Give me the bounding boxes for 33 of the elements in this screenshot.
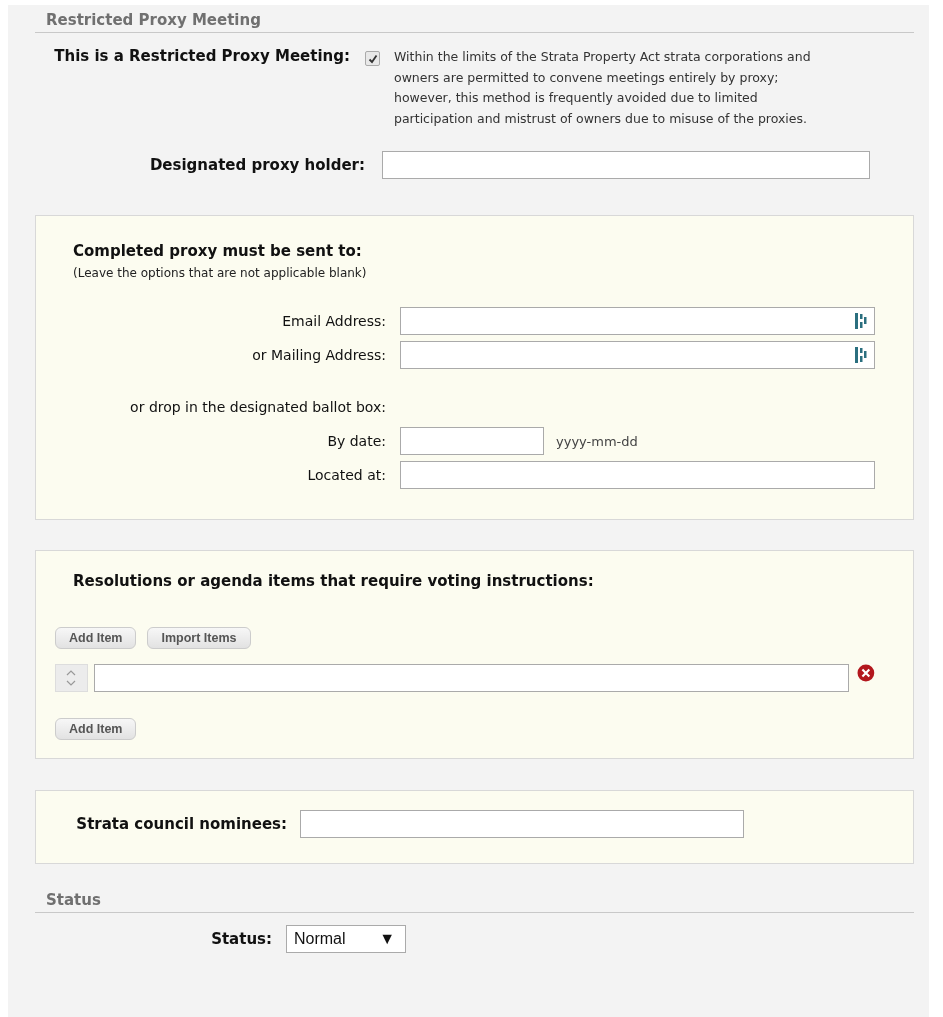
description-text: Within the limits of the Strata Property Act strata corporations and owners are permitted to convene meetings entirely by proxy; however, this method is frequently avoided due to limited participation and mistrust of owners due to misuse of the proxies.: [394, 48, 812, 128]
input-field[interactable]: [400, 461, 875, 489]
field-label: Email Address:: [281, 313, 386, 329]
input-field[interactable]: [400, 427, 544, 455]
field-label: Strata council nominees:: [75, 815, 287, 833]
panel-title: Resolutions or agenda items that require voting instructions:: [72, 572, 595, 590]
section-heading: Restricted Proxy Meeting: [35, 11, 914, 33]
input-field[interactable]: [382, 151, 870, 179]
field-label: or drop in the designated ballot box:: [129, 399, 386, 415]
field-label: Located at:: [306, 467, 386, 483]
input-field[interactable]: [300, 810, 744, 838]
checkbox[interactable]: [365, 51, 380, 66]
note-text: (Leave the options that are not applicable blank): [73, 266, 368, 280]
field-label: This is a Restricted Proxy Meeting:: [53, 47, 350, 65]
reorder-icon: [65, 669, 78, 687]
lookup-icon[interactable]: [854, 346, 868, 364]
remove-icon[interactable]: [857, 664, 875, 682]
field-label: Designated proxy holder:: [148, 156, 365, 174]
add-item-button[interactable]: Add Item: [55, 718, 137, 740]
format-hint: yyyy-mm-dd: [556, 433, 638, 449]
field-label: or Mailing Address:: [251, 347, 386, 363]
section-heading: Status: [35, 891, 914, 913]
field-label: By date:: [326, 433, 386, 449]
field-label: Status:: [210, 930, 272, 948]
reorder-handle[interactable]: [55, 664, 88, 692]
toolbar-button[interactable]: Add Item: [55, 627, 137, 649]
status-dropdown[interactable]: Normal ▼: [286, 925, 406, 953]
input-field[interactable]: [400, 307, 875, 335]
panel-title: Completed proxy must be sent to:: [73, 242, 363, 260]
toolbar-button[interactable]: Import Items: [147, 627, 251, 649]
input-field[interactable]: [400, 341, 875, 369]
lookup-icon[interactable]: [854, 312, 868, 330]
input-field[interactable]: [93, 664, 850, 692]
